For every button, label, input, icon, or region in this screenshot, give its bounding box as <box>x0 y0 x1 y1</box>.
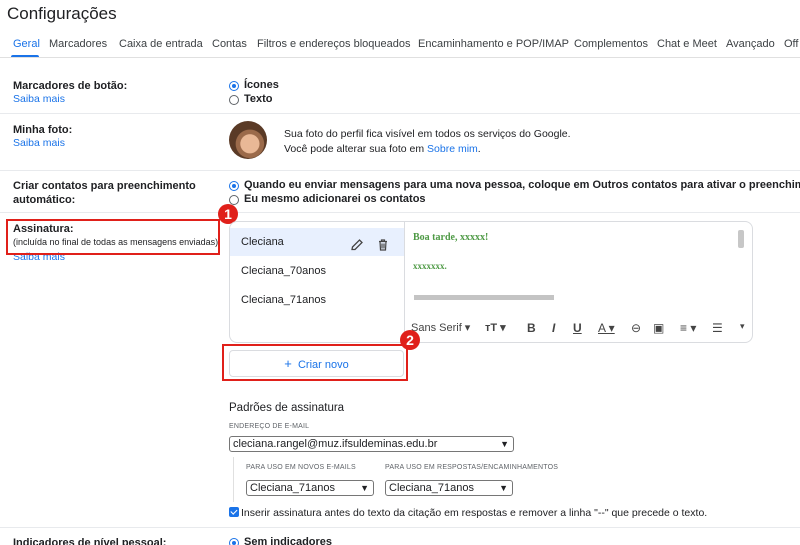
chevron-down-icon: ▼ <box>500 439 509 449</box>
tab-caixa-de-entrada[interactable]: Caixa de entrada <box>119 38 203 50</box>
signature-item-label: Cleciana <box>241 236 284 248</box>
signature-item-cleciana[interactable]: Cleciana <box>230 228 405 256</box>
personal-indicators-label: Indicadores de nível pessoal: <box>13 537 167 545</box>
tab-encaminhamento[interactable]: Encaminhamento e POP/IMAP <box>418 38 569 50</box>
tab-geral[interactable]: Geral <box>13 38 40 50</box>
email-select[interactable]: cleciana.rangel@muz.ifsuldeminas.edu.br ▼ <box>229 436 514 452</box>
font-family-value: Sans Serif <box>411 322 462 334</box>
font-size-icon[interactable]: тT ▾ <box>485 321 506 334</box>
insert-before-quote-checkbox[interactable] <box>229 507 239 517</box>
editor-scrollbar[interactable] <box>738 230 744 248</box>
edit-icon[interactable] <box>350 235 364 251</box>
tab-chat-e-meet[interactable]: Chat e Meet <box>657 38 717 50</box>
photo-learn-more[interactable]: Saiba mais <box>13 137 65 149</box>
reply-signature-select[interactable]: Cleciana_71anos ▼ <box>385 480 513 496</box>
profile-photo[interactable] <box>229 121 267 159</box>
formatting-toolbar: Sans Serif ▾ тT ▾ B I U A ▾ ⊖ ▣ ≡ ▾ ☰ ▾ <box>405 314 754 342</box>
signature-list: Cleciana Cleciana_70anos Cleciana_71anos <box>229 221 405 343</box>
button-labels-label: Marcadores de botão: <box>13 80 128 92</box>
reply-caption: PARA USO EM RESPOSTAS/ENCAMINHAMENTOS <box>385 464 559 471</box>
tab-complementos[interactable]: Complementos <box>574 38 648 50</box>
align-icon[interactable]: ≡ ▾ <box>680 321 696 335</box>
photo-change-suffix: . <box>477 143 481 155</box>
list-icon[interactable]: ☰ <box>712 321 723 335</box>
chevron-down-icon: ▼ <box>360 483 369 493</box>
annotation-box-1 <box>6 219 220 255</box>
create-signature-label: Criar novo <box>297 359 349 371</box>
tab-avancado[interactable]: Avançado <box>726 38 775 50</box>
signature-editor-line1: Boa tarde, xxxxx! <box>413 232 489 243</box>
insert-before-quote-label: Inserir assinatura antes do texto da cit… <box>241 507 708 519</box>
page-title: Configurações <box>7 4 117 23</box>
radio-no-indicators-label: Sem indicadores <box>244 536 333 545</box>
tab-offline[interactable]: Off <box>784 38 798 50</box>
email-caption: ENDEREÇO DE E-MAIL <box>229 423 310 430</box>
reply-signature-value: Cleciana_71anos <box>389 482 475 494</box>
redacted-text <box>414 295 554 300</box>
photo-change-text: Você pode alterar sua foto em Sobre mim. <box>284 143 481 155</box>
divider <box>0 212 800 213</box>
new-mail-signature-value: Cleciana_71anos <box>250 482 336 494</box>
new-mail-signature-select[interactable]: Cleciana_71anos ▼ <box>246 480 374 496</box>
button-labels-learn-more[interactable]: Saiba mais <box>13 93 65 105</box>
signature-defaults-title: Padrões de assinatura <box>229 402 345 414</box>
radio-icons[interactable] <box>229 81 239 91</box>
tab-marcadores[interactable]: Marcadores <box>49 38 107 50</box>
underline-icon[interactable]: U <box>573 321 582 335</box>
text-color-icon[interactable]: A ▾ <box>598 321 615 335</box>
radio-text[interactable] <box>229 95 239 105</box>
radio-auto-add-contacts-label: Quando eu enviar mensagens para uma nova… <box>244 179 800 191</box>
signature-item-cleciana-70anos[interactable]: Cleciana_70anos <box>230 257 405 285</box>
photo-description: Sua foto do perfil fica visível em todos… <box>284 128 571 140</box>
divider <box>0 527 800 528</box>
radio-icons-label: Ícones <box>244 79 279 91</box>
divider <box>0 170 800 171</box>
photo-label: Minha foto: <box>13 124 73 136</box>
chevron-down-icon: ▼ <box>499 483 508 493</box>
signature-editor[interactable]: Boa tarde, xxxxx! xxxxxxx. Sans Serif ▾ … <box>404 221 753 343</box>
autocomplete-label-line2: automático: <box>13 194 76 206</box>
more-options-icon[interactable]: ▾ <box>740 321 745 332</box>
signature-item-cleciana-71anos[interactable]: Cleciana_71anos <box>230 286 405 314</box>
tab-contas[interactable]: Contas <box>212 38 247 50</box>
divider <box>0 113 800 114</box>
delete-icon[interactable] <box>376 235 390 251</box>
new-mail-caption: PARA USO EM NOVOS E-MAILS <box>246 464 356 471</box>
photo-change-prefix: Você pode alterar sua foto em <box>284 143 428 155</box>
radio-text-label: Texto <box>244 93 273 105</box>
autocomplete-label-line1: Criar contatos para preenchimento <box>13 180 196 192</box>
bold-icon[interactable]: B <box>527 321 536 335</box>
signature-editor-line2: xxxxxxx. <box>413 261 447 271</box>
email-select-value: cleciana.rangel@muz.ifsuldeminas.edu.br <box>233 438 438 450</box>
about-me-link[interactable]: Sobre mim <box>427 143 478 155</box>
tab-filtros[interactable]: Filtros e endereços bloqueados <box>257 38 410 50</box>
link-icon[interactable]: ⊖ <box>631 321 641 335</box>
radio-no-indicators[interactable] <box>229 538 239 545</box>
annotation-badge-2: 2 <box>400 330 420 350</box>
plus-icon: + <box>284 356 292 371</box>
create-signature-button[interactable]: + Criar novo <box>229 350 404 377</box>
radio-auto-add-contacts[interactable] <box>229 181 239 191</box>
font-family-select[interactable]: Sans Serif ▾ <box>411 321 470 334</box>
image-icon[interactable]: ▣ <box>653 321 664 335</box>
active-tab-indicator <box>11 55 39 57</box>
italic-icon[interactable]: I <box>552 321 555 335</box>
settings-tabs: Geral Marcadores Caixa de entrada Contas… <box>0 34 800 58</box>
radio-manual-contacts-label: Eu mesmo adicionarei os contatos <box>244 193 426 205</box>
